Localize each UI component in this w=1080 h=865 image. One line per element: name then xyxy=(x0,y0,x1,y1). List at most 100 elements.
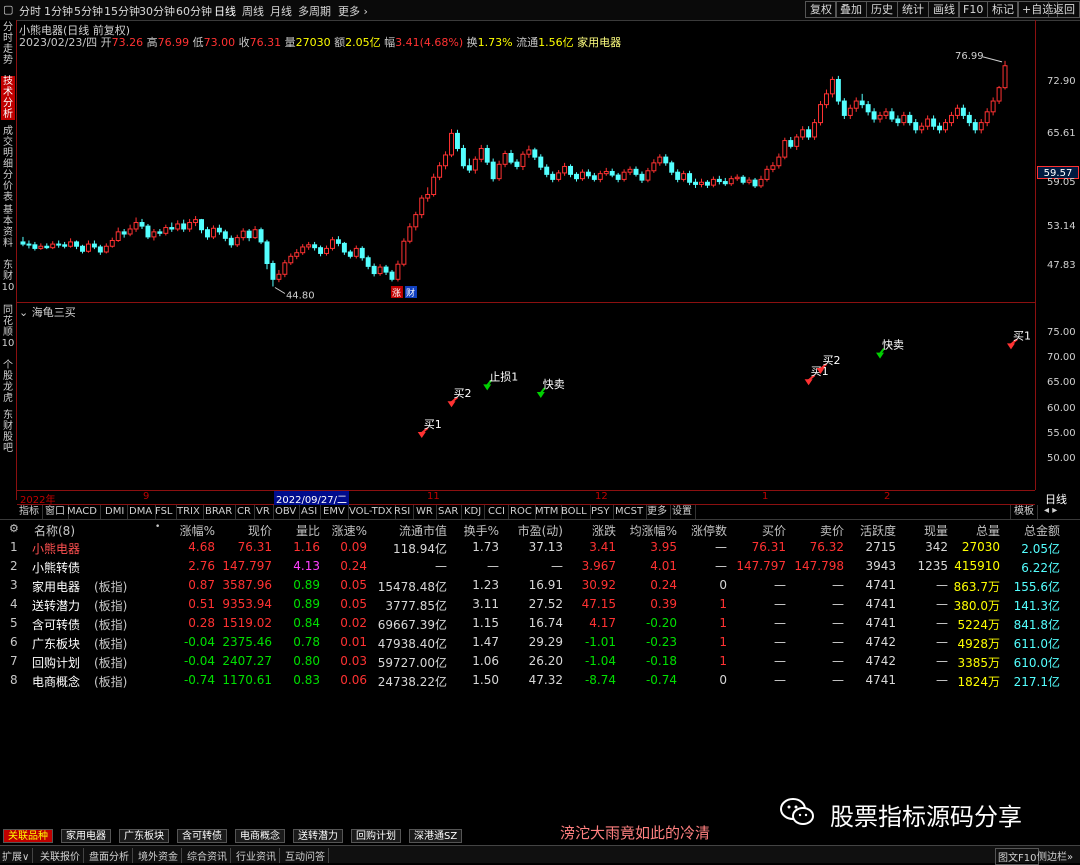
col-header-speed[interactable]: 涨速% xyxy=(322,522,367,539)
back-button[interactable]: 返回 xyxy=(1048,1,1080,18)
period-tab-multi[interactable]: 多周期 xyxy=(298,3,331,19)
period-tab-5min[interactable]: 5分钟 xyxy=(74,3,103,19)
indicator-tab-item[interactable]: SAR xyxy=(435,505,463,519)
sidebar-button[interactable]: 侧边栏» xyxy=(1037,848,1073,863)
table-row[interactable]: 2 小熊转债 2.76 147.797 4.13 0.24 — — — 3.967 4.01 — 147… xyxy=(0,558,1080,576)
indicator-tab-item[interactable]: FSL xyxy=(152,505,177,519)
tab-related-item[interactable]: 广东板块 xyxy=(119,829,169,843)
col-header-pct[interactable]: 涨幅% xyxy=(165,522,215,539)
period-tab-fenshi[interactable]: 分时 xyxy=(19,3,41,19)
status-item[interactable]: 行业资讯 xyxy=(236,848,280,863)
status-item[interactable]: 境外资金 xyxy=(138,848,182,863)
candle-body xyxy=(931,118,937,127)
side-tab-technical[interactable]: 技术分析 xyxy=(1,76,15,120)
side-tab-ths[interactable]: 同花顺10 xyxy=(1,305,15,349)
indicator-tab-item[interactable]: TRIX xyxy=(174,505,204,519)
col-header-curvol[interactable]: 现量 xyxy=(910,522,948,539)
indicator-pane[interactable]: ⌄ 海龟三买 买1买2止损1快卖买1买2快卖买1 xyxy=(17,303,1035,491)
tab-related-item[interactable]: 含可转债 xyxy=(177,829,227,843)
period-tab-monthly[interactable]: 月线 xyxy=(270,3,292,19)
status-item[interactable]: 互动问答 xyxy=(285,848,329,863)
indicator-tab-item[interactable]: VR xyxy=(253,505,274,519)
overlay-button[interactable]: 叠加 xyxy=(835,1,867,18)
tab-related-item[interactable]: 深港通SZ xyxy=(409,829,463,843)
period-tab-weekly[interactable]: 周线 xyxy=(242,3,264,19)
indicator-tab-item[interactable]: MCST xyxy=(612,505,648,519)
col-header-name[interactable]: 名称(8) xyxy=(34,522,75,539)
col-header-ask[interactable]: 卖价 xyxy=(806,522,844,539)
indicator-tab-item[interactable]: DMI xyxy=(102,505,129,519)
col-header-volratio[interactable]: 量比 xyxy=(280,522,320,539)
period-tab-daily[interactable]: 日线 xyxy=(214,3,236,19)
side-tab-basic-info[interactable]: 基本资料 xyxy=(1,205,15,249)
col-header-floatcap[interactable]: 流通市值 xyxy=(385,522,447,539)
tab-related-item[interactable]: 电商概念 xyxy=(235,829,285,843)
indicator-tab-item[interactable]: RSI xyxy=(391,505,415,519)
tab-related-item[interactable]: 送转潜力 xyxy=(293,829,343,843)
side-tab-eastmoney[interactable]: 东财10 xyxy=(1,260,15,293)
col-header-bid[interactable]: 买价 xyxy=(748,522,786,539)
status-item[interactable]: 关联报价 xyxy=(40,848,84,863)
kline-pane[interactable]: 小熊电器(日线 前复权) 2023/02/23/四 开73.26 高76.99 … xyxy=(17,20,1035,303)
indicator-tab-item[interactable]: KDJ xyxy=(461,505,486,519)
table-row[interactable]: 6 广东板块 (板指) -0.04 2375.46 0.78 0.01 47938.40亿 1.… xyxy=(0,634,1080,652)
indicator-tab-item[interactable]: CR xyxy=(234,505,255,519)
col-header-change[interactable]: 涨跌 xyxy=(576,522,616,539)
indicator-tab-item[interactable]: CCI xyxy=(485,505,509,519)
indicator-tab-item[interactable]: BOLL xyxy=(558,505,591,519)
table-row[interactable]: 3 家用电器 (板指) 0.87 3587.96 0.89 0.05 15478.48亿 1.2… xyxy=(0,577,1080,595)
col-header-avgpct[interactable]: 均涨幅% xyxy=(622,522,677,539)
col-header-price[interactable]: 现价 xyxy=(220,522,272,539)
period-tab-15min[interactable]: 15分钟 xyxy=(104,3,140,19)
indicator-tab-item[interactable]: OBV xyxy=(272,505,301,519)
table-row[interactable]: 4 送转潜力 (板指) 0.51 9353.94 0.89 0.05 3777.85亿 3.11… xyxy=(0,596,1080,614)
indicator-tab-item[interactable]: 指标 xyxy=(16,505,43,519)
indicator-tab-item[interactable]: PSY xyxy=(588,505,614,519)
stats-button[interactable]: 统计 xyxy=(897,1,929,18)
restore-icon[interactable]: ▢ xyxy=(3,3,13,16)
tab-related-active[interactable]: 关联品种 xyxy=(3,829,53,843)
col-header-activity[interactable]: 活跃度 xyxy=(852,522,896,539)
col-header-pe[interactable]: 市盈(动) xyxy=(505,522,563,539)
indicator-tab-item[interactable]: BRAR xyxy=(202,505,237,519)
col-header-limitup[interactable]: 涨停数 xyxy=(683,522,727,539)
col-header-turnover[interactable]: 换手% xyxy=(453,522,499,539)
period-tab-30min[interactable]: 30分钟 xyxy=(139,3,175,19)
col-header-totalamt[interactable]: 总金额 xyxy=(1012,522,1060,539)
period-tab-60min[interactable]: 60分钟 xyxy=(176,3,212,19)
candle-body xyxy=(199,219,205,231)
indicator-tab-item[interactable]: EMV xyxy=(320,505,349,519)
indicator-tab-item[interactable]: MACD xyxy=(64,505,101,519)
draw-line-button[interactable]: 画线 xyxy=(928,1,960,18)
side-tab-dragon-tiger[interactable]: 个股龙虎 xyxy=(1,360,15,404)
indicator-tab-item[interactable]: WR xyxy=(413,505,437,519)
f10-text-button[interactable]: 图文F10 xyxy=(995,848,1040,865)
side-tab-intraday[interactable]: 分时走势 xyxy=(1,22,15,66)
side-tab-trades[interactable]: 成交明细 xyxy=(1,126,15,170)
scroll-arrows-icon[interactable]: ◂ ▸ xyxy=(1044,505,1057,516)
indicator-tab-item[interactable]: VOL-TDX xyxy=(346,505,397,519)
gear-icon[interactable]: ⚙ xyxy=(9,522,19,535)
indicator-tab-item[interactable]: ASI xyxy=(298,505,322,519)
indicator-tab-item[interactable]: 更多 xyxy=(644,505,671,519)
tab-related-item[interactable]: 家用电器 xyxy=(61,829,111,843)
side-tab-price-table[interactable]: 分价表 xyxy=(1,170,15,203)
period-tab-1min[interactable]: 1分钟 xyxy=(44,3,73,19)
adjust-button[interactable]: 复权 xyxy=(805,1,837,18)
table-row[interactable]: 5 含可转债 (板指) 0.28 1519.02 0.84 0.02 69667.39亿 1.1… xyxy=(0,615,1080,633)
f10-button[interactable]: F10 xyxy=(958,1,989,18)
table-row[interactable]: 8 电商概念 (板指) -0.74 1170.61 0.83 0.06 24738.22亿 1.… xyxy=(0,672,1080,690)
status-item[interactable]: 扩展∨ xyxy=(2,848,34,863)
status-item[interactable]: 盘面分析 xyxy=(89,848,133,863)
tab-related-item[interactable]: 回购计划 xyxy=(351,829,401,843)
table-row[interactable]: 7 回购计划 (板指) -0.04 2407.27 0.80 0.03 59727.00亿 1.… xyxy=(0,653,1080,671)
side-tab-forum[interactable]: 东财股吧 xyxy=(1,410,15,454)
table-row[interactable]: 1 小熊电器 4.68 76.31 1.16 0.09 118.94亿 1.73 37.13 3.… xyxy=(0,539,1080,557)
mark-button[interactable]: 标记 xyxy=(987,1,1019,18)
period-tab-more[interactable]: 更多 › xyxy=(338,3,368,19)
history-button[interactable]: 历史 xyxy=(866,1,898,18)
template-button[interactable]: 模板 xyxy=(1010,505,1038,519)
status-item[interactable]: 综合资讯 xyxy=(187,848,231,863)
col-header-totalvol[interactable]: 总量 xyxy=(962,522,1000,539)
indicator-tab-item[interactable]: 设置 xyxy=(669,505,696,519)
